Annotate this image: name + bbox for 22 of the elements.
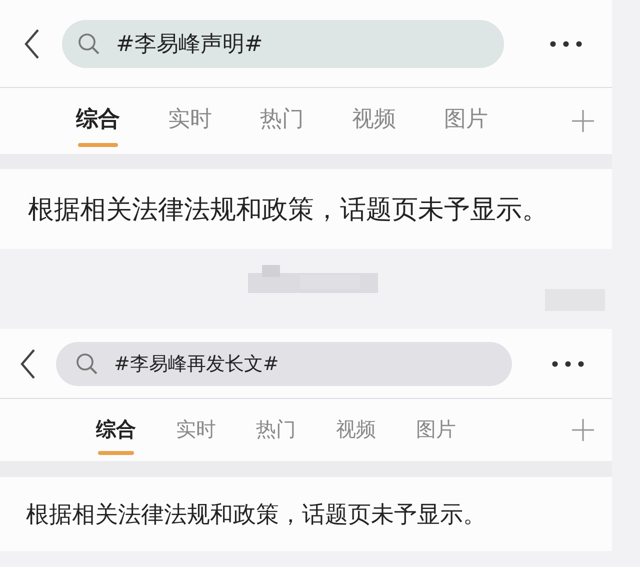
tab[interactable]: 实时 (176, 403, 216, 457)
search-field[interactable]: #李易峰声明# (62, 20, 504, 68)
search-icon (78, 32, 100, 54)
tab[interactable]: 综合 (76, 92, 120, 150)
plus-icon[interactable] (572, 419, 594, 441)
search-icon (76, 352, 98, 374)
tab[interactable]: 热门 (256, 403, 296, 457)
tab[interactable]: 视频 (336, 403, 376, 457)
notice-text: 根据相关法律法规和政策，话题页未予显示。 (26, 500, 486, 530)
tab[interactable]: 热门 (260, 92, 304, 150)
notice-text: 根据相关法律法规和政策，话题页未予显示。 (28, 194, 548, 226)
tab[interactable]: 实时 (168, 92, 212, 150)
plus-icon[interactable] (572, 110, 594, 132)
more-icon[interactable] (550, 40, 582, 46)
tab[interactable]: 综合 (96, 403, 136, 457)
back-icon[interactable] (20, 348, 36, 378)
search-field[interactable]: #李易峰再发长文# (56, 342, 512, 386)
back-icon[interactable] (24, 28, 40, 58)
more-icon[interactable] (552, 360, 584, 366)
tab[interactable]: 图片 (416, 403, 456, 457)
tab[interactable]: 图片 (444, 92, 488, 150)
tab[interactable]: 视频 (352, 92, 396, 150)
